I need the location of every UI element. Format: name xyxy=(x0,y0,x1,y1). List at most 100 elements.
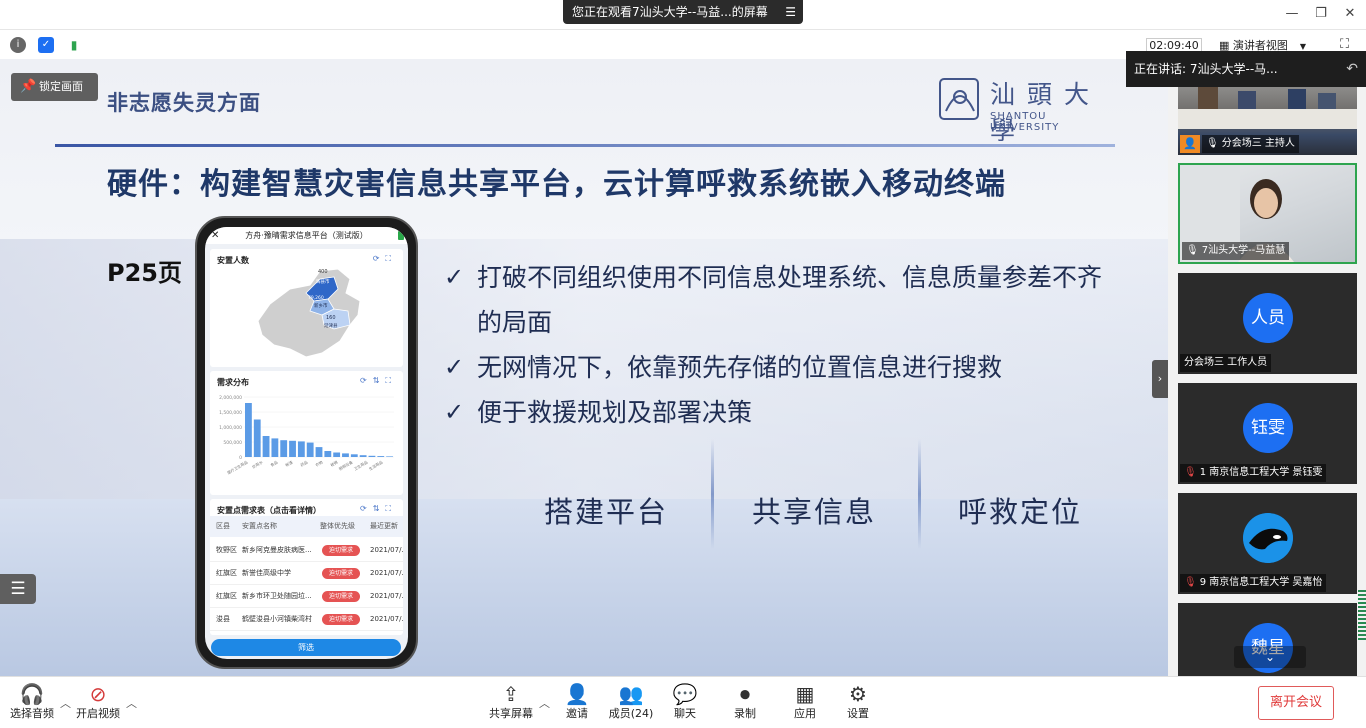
participant-name: 🎙 1 南京信息工程大学 景钰雯 xyxy=(1180,464,1327,482)
chart-bar xyxy=(350,454,358,457)
orca-avatar-icon xyxy=(1243,513,1293,563)
app-header: ✕ 方舟·豫晴需求信息平台（测试版） xyxy=(205,227,408,244)
cell-name: 新乡阿克曼皮肤病医... xyxy=(242,546,312,554)
priority-badge: 迫切需求 xyxy=(322,591,360,602)
share-banner[interactable]: 您正在观看7汕头大学--马益...的屏幕 ☰ xyxy=(563,0,803,24)
apps-icon: ▦ xyxy=(795,682,815,706)
bullet-item: ✓ 打破不同组织使用不同信息处理系统、信息质量参差不齐的局面 xyxy=(440,255,1120,345)
restore-icon[interactable]: ❐ xyxy=(1311,4,1331,24)
participant-tile[interactable]: 钰雯 🎙 1 南京信息工程大学 景钰雯 xyxy=(1178,383,1357,484)
y-tick-label: 2,000,000 xyxy=(219,395,242,401)
invite-label: 邀请 xyxy=(566,707,588,720)
map-label: 延津县 xyxy=(324,322,338,329)
pillar-locate: 呼救定位 xyxy=(958,495,1083,529)
lock-view-button[interactable]: 📌 锁定画面 xyxy=(11,73,98,101)
y-tick-label: 500,000 xyxy=(223,440,242,446)
check-icon: ✓ xyxy=(444,263,465,291)
y-tick-label: 0 xyxy=(239,455,242,461)
pillar-divider xyxy=(711,439,714,549)
map-card: 安置人数 ⟳⛶ 400 辉县市 79,260 新乡市 160 延津县 xyxy=(210,249,403,367)
camera-off-icon: ⊘ xyxy=(89,682,107,706)
chevron-down-icon[interactable]: ⌄ xyxy=(1234,646,1306,668)
university-emblem-icon xyxy=(939,78,979,120)
apps-button[interactable]: ▦ 应用 xyxy=(775,681,835,721)
status-icon xyxy=(398,231,404,240)
apps-label: 应用 xyxy=(794,707,816,720)
share-screen-button[interactable]: ⇪ 共享屏幕 xyxy=(481,681,541,721)
cell-updated: 2021/07/... xyxy=(370,569,403,577)
lock-view-label: 锁定画面 xyxy=(39,80,83,93)
gear-icon: ⚙ xyxy=(849,682,867,706)
undo-icon[interactable]: ↶ xyxy=(1346,51,1358,87)
table-card: 安置点需求表（点击看详情） ⟳⇅⛶ 区县 安置点名称 整体优先级 最近更新 牧野… xyxy=(210,499,403,635)
pillar-row: 搭建平台 共享信息 呼救定位 xyxy=(540,439,1120,549)
x-tick-label: 生活用品 xyxy=(368,459,384,471)
bullet-text: 无网情况下，依靠预先存储的位置信息进行搜救 xyxy=(477,353,1003,382)
x-tick-label: 卫生用品 xyxy=(353,459,369,471)
settings-label: 设置 xyxy=(847,707,869,720)
cell-updated: 2021/07/... xyxy=(370,592,403,600)
members-button[interactable]: 👥 成员(24) xyxy=(601,681,661,721)
priority-badge: 迫切需求 xyxy=(322,545,360,556)
participant-name: 分会场三 工作人员 xyxy=(1180,354,1272,372)
signal-icon[interactable]: ▮ xyxy=(66,37,82,53)
participant-tile[interactable]: 👤 🎙 分会场三 主持人 xyxy=(1178,87,1357,155)
cell-district: 红旗区 xyxy=(216,592,237,600)
chart-bar xyxy=(245,403,252,457)
invite-button[interactable]: 👤 邀请 xyxy=(547,681,607,721)
participant-name: 🎙 7汕头大学--马益慧 xyxy=(1182,242,1290,260)
slide-title: 硬件：构建智慧灾害信息共享平台，云计算呼救系统嵌入移动终端 xyxy=(107,167,1006,202)
table-row[interactable]: 红旗区 新乡市环卫处随园垃... 迫切需求 2021/07/... xyxy=(210,585,403,608)
chart-bar xyxy=(377,456,385,457)
bullet-text: 便于救援规划及部署决策 xyxy=(477,398,753,427)
slide-section-header: 非志愿失灵方面 xyxy=(107,91,261,115)
close-icon[interactable]: ✕ xyxy=(1340,4,1360,24)
audio-button[interactable]: 🎧 选择音频 xyxy=(2,681,62,721)
phone-mockup: ✕ 方舟·豫晴需求信息平台（测试版） 安置人数 ⟳⛶ 400 辉县市 79,26… xyxy=(195,216,418,669)
university-logo: 汕頭大學 SHANTOU UNIVERSITY xyxy=(936,71,1116,145)
video-button[interactable]: ⊘ 开启视频 xyxy=(68,681,128,721)
x-tick-label: 帐篷 xyxy=(284,459,293,467)
participant-tile[interactable]: 人员 分会场三 工作人员 xyxy=(1178,273,1357,374)
check-icon: ✓ xyxy=(444,398,465,426)
minimize-icon[interactable]: — xyxy=(1282,4,1302,24)
bullet-item: ✓ 便于救援规划及部署决策 xyxy=(440,390,1120,435)
settings-button[interactable]: ⚙ 设置 xyxy=(828,681,888,721)
collapse-sidebar-icon[interactable]: › xyxy=(1152,360,1168,398)
column-header: 安置点名称 xyxy=(242,522,277,530)
participant-label: 9 南京信息工程大学 吴嘉怡 xyxy=(1199,577,1323,588)
close-icon: ✕ xyxy=(211,230,220,241)
record-button[interactable]: ⏺ 录制 xyxy=(715,681,775,721)
table-header: 区县 安置点名称 整体优先级 最近更新 xyxy=(210,516,403,537)
chart-bar xyxy=(359,455,367,457)
list-menu-icon[interactable]: ☰ xyxy=(0,574,36,604)
share-banner-text: 您正在观看7汕头大学--马益...的屏幕 xyxy=(572,5,768,19)
participant-tile[interactable]: 🎙 9 南京信息工程大学 吴嘉怡 xyxy=(1178,493,1357,594)
participant-tile-active[interactable]: 🎙 7汕头大学--马益慧 xyxy=(1178,163,1357,264)
info-icon[interactable]: i xyxy=(10,37,26,53)
participant-label: 7汕头大学--马益慧 xyxy=(1201,245,1286,256)
column-header: 最近更新 xyxy=(370,522,398,530)
table-row[interactable]: 浚县 鹤壁浚县小河镇柴湾村 迫切需求 2021/07/... xyxy=(210,608,403,631)
cell-name: 新乡市环卫处随园垃... xyxy=(242,592,312,600)
chevron-up-icon[interactable]: ︿ xyxy=(126,695,137,711)
leave-meeting-button[interactable]: 离开会议 xyxy=(1258,686,1334,720)
table-row[interactable]: 牧野区 新乡阿克曼皮肤病医... 迫切需求 2021/07/... xyxy=(210,539,403,562)
chart-card: 需求分布 ⟳⇅⛶ 2,000,000 1,500,000 1,000,000 500,… xyxy=(210,371,403,495)
chat-button[interactable]: 💬 聊天 xyxy=(655,681,715,721)
x-tick-label: 衣物 xyxy=(314,459,323,467)
mic-muted-icon: 🎙 xyxy=(1184,467,1197,478)
column-header: 整体优先级 xyxy=(320,522,355,530)
priority-badge: 迫切需求 xyxy=(322,614,360,625)
cell-name: 新誉佳高级中学 xyxy=(242,569,291,577)
avatar: 钰雯 xyxy=(1243,403,1293,453)
bullet-list: ✓ 打破不同组织使用不同信息处理系统、信息质量参差不齐的局面 ✓ 无网情况下，依靠预… xyxy=(440,255,1120,435)
priority-badge: 迫切需求 xyxy=(322,568,360,579)
shield-icon[interactable]: ✓ xyxy=(38,37,54,53)
menu-icon[interactable]: ☰ xyxy=(785,0,796,24)
table-row[interactable]: 红旗区 新誉佳高级中学 迫切需求 2021/07/... xyxy=(210,562,403,585)
x-tick-label: 食品 xyxy=(269,459,278,467)
participant-label: 分会场三 主持人 xyxy=(1221,138,1295,149)
scrollbar[interactable] xyxy=(1358,590,1366,642)
map-label: 79,260 xyxy=(308,295,324,301)
